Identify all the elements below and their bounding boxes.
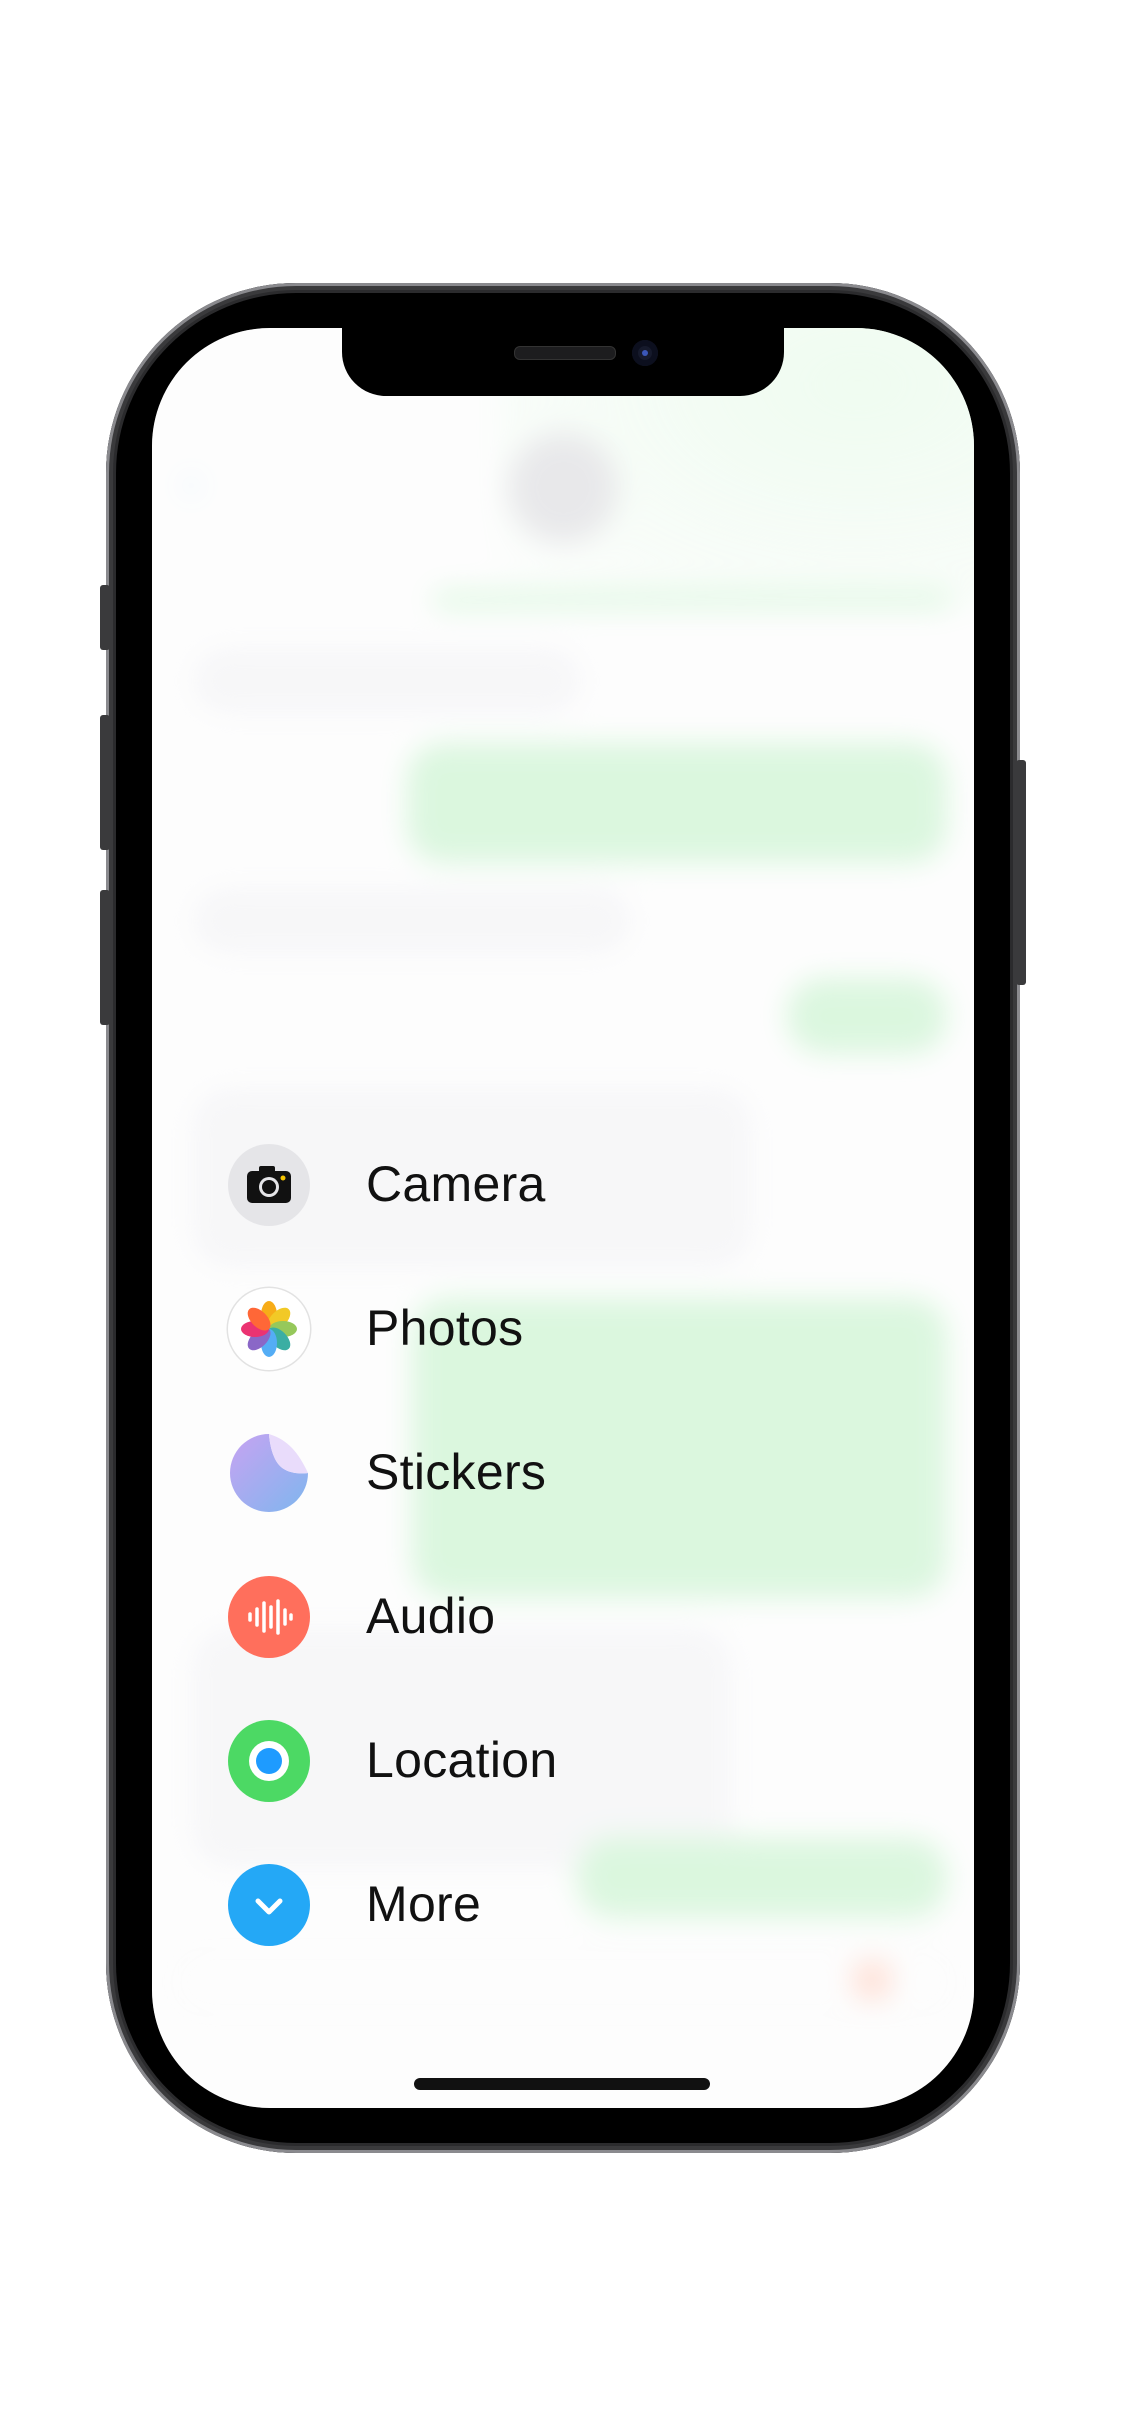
menu-item-label: Location bbox=[366, 1732, 558, 1788]
menu-item-label: Stickers bbox=[366, 1444, 547, 1500]
camera-icon bbox=[228, 1144, 310, 1226]
stickers-icon bbox=[228, 1432, 310, 1514]
home-indicator[interactable] bbox=[414, 2078, 710, 2090]
phone-screen: ‹ Camera Photos Stickers Audio Location … bbox=[152, 328, 974, 2108]
audio-waveform-icon bbox=[228, 1576, 310, 1658]
location-pin-icon bbox=[228, 1720, 310, 1802]
earpiece-speaker bbox=[514, 346, 616, 360]
menu-item-label: Photos bbox=[366, 1300, 524, 1356]
volume-up-button bbox=[100, 715, 110, 850]
volume-down-button bbox=[100, 890, 110, 1025]
photos-icon bbox=[228, 1288, 310, 1370]
power-button bbox=[1016, 760, 1026, 985]
menu-item-label: More bbox=[366, 1876, 482, 1932]
notch bbox=[342, 328, 784, 396]
front-camera bbox=[632, 340, 658, 366]
chevron-down-icon bbox=[228, 1864, 310, 1946]
menu-item-photos[interactable]: Photos bbox=[228, 1280, 708, 1376]
menu-item-more[interactable]: More bbox=[228, 1856, 708, 1952]
menu-item-audio[interactable]: Audio bbox=[228, 1568, 708, 1664]
menu-item-camera[interactable]: Camera bbox=[228, 1136, 708, 1232]
silent-switch bbox=[100, 585, 110, 650]
menu-item-label: Camera bbox=[366, 1156, 546, 1212]
menu-item-label: Audio bbox=[366, 1588, 496, 1644]
menu-item-location[interactable]: Location bbox=[228, 1712, 708, 1808]
menu-item-stickers[interactable]: Stickers bbox=[228, 1424, 708, 1520]
